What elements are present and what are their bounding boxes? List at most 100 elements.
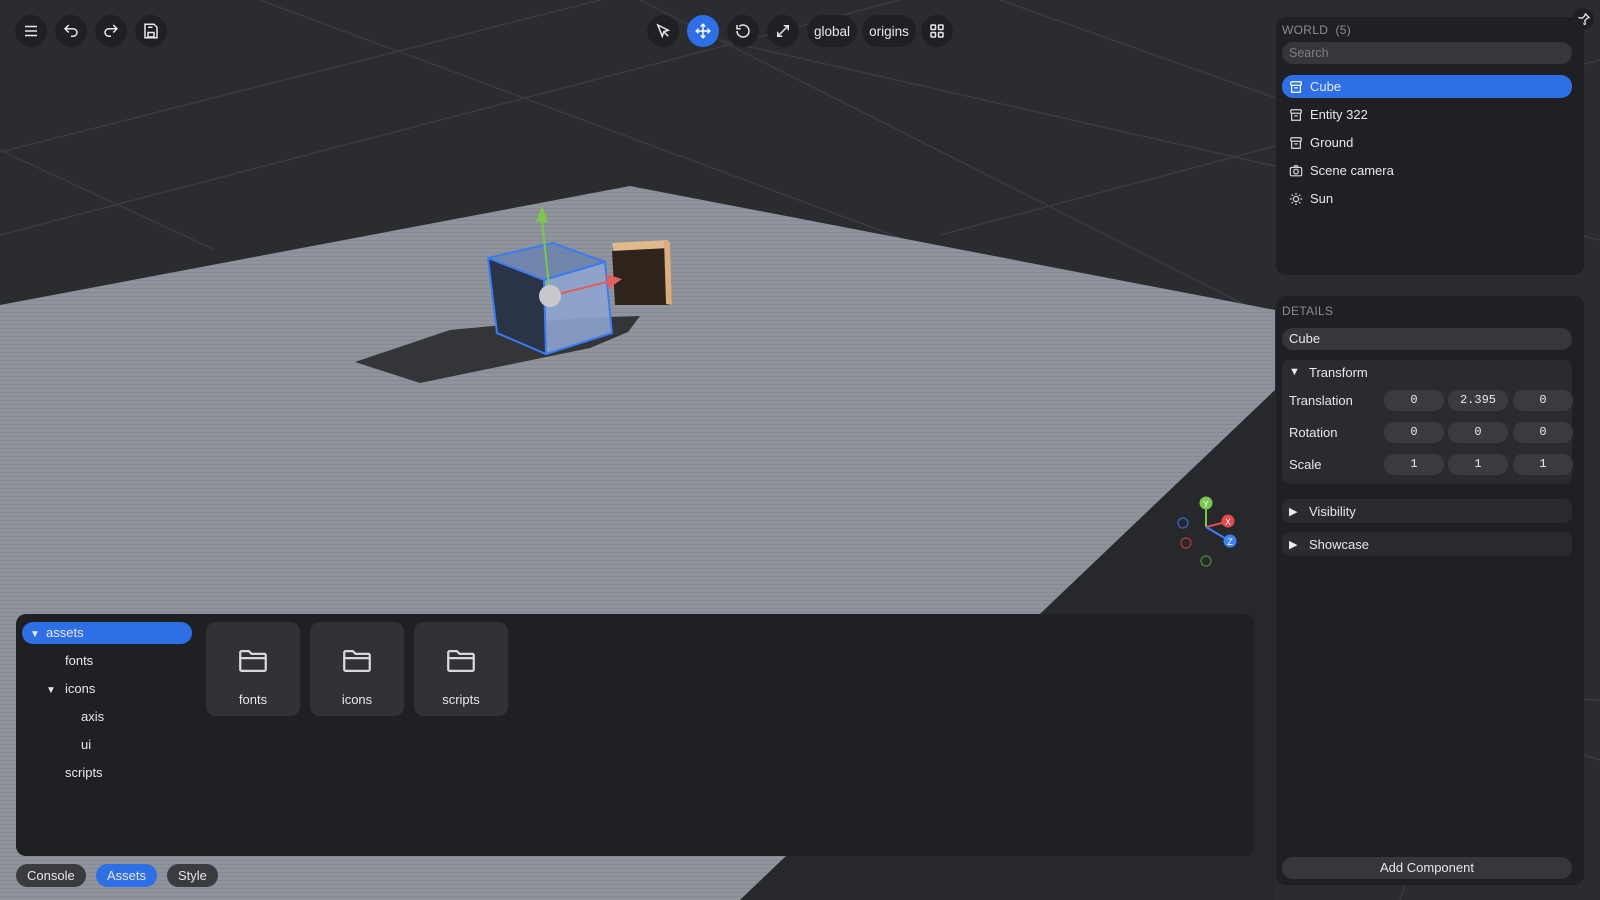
camera-icon [1289,164,1303,178]
tree-item-ui[interactable]: ui [81,734,91,756]
showcase-section[interactable]: ▶ Showcase [1282,532,1572,556]
select-tool-button[interactable] [647,15,679,47]
entity-icon [1289,108,1303,122]
entity-icon [1289,136,1303,150]
layout-button[interactable] [921,15,953,47]
pivot-mode-toggle[interactable]: origins [862,15,916,47]
tab-assets[interactable]: Assets [96,864,158,887]
tree-item-axis[interactable]: axis [81,706,104,728]
sun-icon [1289,192,1303,206]
world-item-ground[interactable]: Ground [1282,131,1572,154]
rotation-y-field[interactable]: 0 [1448,422,1508,443]
scale-row: Scale 1 1 1 [1289,454,1573,476]
details-panel: DETAILS Cube ▼ Transform Translation 0 2… [1276,296,1584,885]
menu-button[interactable] [15,15,47,47]
world-item-label: Ground [1310,135,1354,150]
redo-button[interactable] [95,15,127,47]
move-icon [695,23,711,39]
tree-item-scripts[interactable]: scripts [65,762,103,784]
tree-item-label: scripts [65,765,103,780]
move-tool-button[interactable] [687,15,719,47]
world-count: (5) [1335,23,1352,37]
scale-z-field[interactable]: 1 [1513,454,1573,475]
tab-console[interactable]: Console [16,864,86,887]
transform-section: ▼ Transform Translation 0 2.395 0 Rotati… [1282,360,1573,484]
translation-z-field[interactable]: 0 [1513,390,1573,411]
expand-triangle-icon: ▶ [1289,538,1298,551]
world-search-input[interactable] [1282,42,1572,64]
showcase-header[interactable]: ▶ Showcase [1289,536,1369,552]
tree-item-icons[interactable]: ▼ icons [46,678,95,700]
transform-label: Transform [1309,364,1368,380]
rotate-tool-button[interactable] [727,15,759,47]
folder-card-icons[interactable]: icons [310,622,404,716]
scale-icon [777,25,789,37]
undo-button[interactable] [55,15,87,47]
tree-item-label: ui [81,737,92,752]
entity-name-field[interactable]: Cube [1282,328,1572,350]
showcase-label: Showcase [1309,536,1369,552]
folder-label: scripts [442,692,480,707]
axis-x-label: X [1225,517,1231,527]
translation-label: Translation [1289,393,1353,408]
redo-icon [104,24,119,37]
scale-label: Scale [1289,457,1322,472]
axis-y-label: Y [1203,499,1209,509]
translation-x-field[interactable]: 0 [1384,390,1444,411]
scale-x-field[interactable]: 1 [1384,454,1444,475]
assets-panel: ▼ assets fonts ▼ icons axis ui scripts fon… [16,614,1254,856]
expand-triangle-icon: ▶ [1289,505,1298,518]
world-title: WORLD (5) [1282,23,1352,37]
scale-y-field[interactable]: 1 [1448,454,1508,475]
translation-row: Translation 0 2.395 0 [1289,390,1573,412]
entity-cube[interactable] [612,240,672,305]
translation-y-field[interactable]: 2.395 [1448,390,1508,411]
save-icon [144,23,158,39]
visibility-label: Visibility [1309,503,1356,519]
transform-header[interactable]: ▼ Transform [1289,364,1368,380]
world-item-label: Entity 322 [1310,107,1368,122]
world-item-sun[interactable]: Sun [1282,187,1572,210]
folder-label: icons [341,692,373,707]
tree-item-fonts[interactable]: fonts [65,650,93,672]
grid-icon [930,24,944,38]
add-component-button[interactable]: Add Component [1282,857,1572,879]
details-title: DETAILS [1282,304,1334,318]
world-item-label: Cube [1310,79,1342,94]
world-panel: WORLD (5) Cube Entity 322 Ground Scene c… [1276,17,1584,275]
folder-card-scripts[interactable]: scripts [414,622,508,716]
entity-icon [1289,80,1303,94]
tree-item-label: assets [46,625,84,640]
rotation-label: Rotation [1289,425,1338,440]
tree-item-label: fonts [65,653,94,668]
cursor-icon [656,23,671,39]
tree-item-label: axis [81,709,105,724]
tab-style[interactable]: Style [167,864,218,887]
folder-label: fonts [238,692,268,707]
rotation-row: Rotation 0 0 0 [1289,422,1573,444]
undo-icon [63,24,78,37]
world-item-scene-camera[interactable]: Scene camera [1282,159,1572,182]
visibility-section[interactable]: ▶ Visibility [1282,499,1572,523]
rotation-x-field[interactable]: 0 [1384,422,1444,443]
collapse-triangle-icon: ▼ [1289,366,1300,378]
tree-item-label: icons [65,681,96,696]
expanded-triangle-icon: ▼ [30,629,40,640]
world-item-label: Scene camera [1310,163,1394,178]
axis-z-label: Z [1227,537,1233,547]
transform-space-toggle[interactable]: global [807,15,857,47]
expanded-triangle-icon: ▼ [46,685,56,696]
visibility-header[interactable]: ▶ Visibility [1289,503,1356,519]
world-item-entity-322[interactable]: Entity 322 [1282,103,1572,126]
rotate-icon [736,24,750,38]
scale-tool-button[interactable] [767,15,799,47]
world-item-label: Sun [1310,191,1334,206]
tree-item-assets[interactable]: ▼ assets [22,622,192,644]
folder-icon [239,649,267,673]
rotation-z-field[interactable]: 0 [1513,422,1573,443]
world-item-cube[interactable]: Cube [1282,75,1572,98]
folder-icon [447,649,475,673]
save-button[interactable] [135,15,167,47]
folder-card-fonts[interactable]: fonts [206,622,300,716]
folder-icon [343,649,371,673]
